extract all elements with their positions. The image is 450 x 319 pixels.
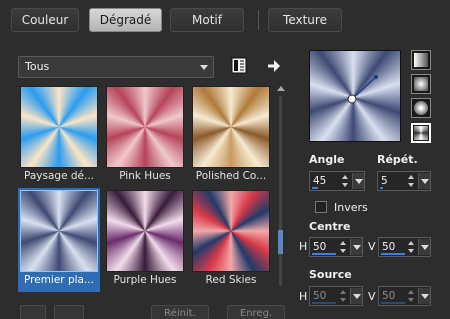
radial-gradient-icon	[414, 101, 428, 115]
repeat-dropdown-icon[interactable]	[418, 173, 430, 189]
angle-dropdown-icon[interactable]	[352, 173, 364, 189]
center-h-level-bar	[312, 253, 336, 255]
gallery-scrollbar[interactable]	[275, 84, 287, 294]
gradient-thumbnail	[192, 190, 270, 272]
source-v-value: 50	[382, 290, 396, 302]
source-v-dropdown-icon[interactable]	[418, 288, 430, 304]
linear-style-button[interactable]	[411, 50, 431, 70]
scroll-track[interactable]	[279, 96, 282, 286]
gradient-name: Purple Hues	[113, 274, 177, 286]
source-v-level-bar	[381, 302, 405, 304]
source-v-spin-icon[interactable]	[406, 288, 416, 304]
source-h-dropdown-icon[interactable]	[350, 288, 362, 304]
center-h-label: H	[299, 240, 308, 253]
scroll-thumb[interactable]	[278, 230, 283, 254]
sunburst-gradient-icon	[414, 126, 428, 140]
category-value: Tous	[25, 60, 50, 73]
gradient-item[interactable]: Red Skies	[190, 188, 272, 292]
angle-label: Angle	[309, 153, 345, 166]
chevron-down-icon	[200, 65, 208, 70]
source-h-label: H	[299, 290, 308, 303]
gradient-thumbnail	[192, 86, 270, 168]
angle-stepper[interactable]: 45	[309, 171, 365, 191]
gradient-preview[interactable]	[309, 50, 401, 142]
center-label: Centre	[309, 220, 351, 233]
center-v-level-bar	[381, 253, 405, 255]
gradient-item[interactable]: Polished Co...	[190, 84, 272, 188]
gradient-name: Paysage dé...	[23, 170, 94, 182]
source-v-stepper[interactable]: 50	[378, 286, 431, 306]
gradient-thumbnail	[106, 190, 184, 272]
center-v-spin-icon[interactable]	[406, 239, 416, 255]
center-v-value: 50	[382, 241, 396, 253]
gradient-item[interactable]: Paysage dé...	[18, 84, 100, 188]
center-v-label: V	[368, 240, 376, 253]
repeat-label: Répét.	[377, 153, 418, 166]
tab-bar: Couleur Dégradé Motif Texture	[0, 0, 450, 40]
center-h-value: 50	[313, 241, 327, 253]
radial-style-button[interactable]	[411, 98, 431, 118]
source-v-label: V	[368, 290, 376, 303]
center-v-stepper[interactable]: 50	[378, 237, 431, 257]
previous-button[interactable]	[20, 305, 46, 319]
repeat-spin-icon[interactable]	[406, 173, 416, 189]
category-dropdown[interactable]: Tous	[18, 56, 214, 78]
invert-label: Invers	[334, 201, 368, 214]
gradient-name: Red Skies	[205, 274, 257, 286]
center-h-stepper[interactable]: 50	[309, 237, 363, 257]
right-arrow-icon[interactable]	[265, 57, 283, 75]
repeat-value: 5	[381, 175, 388, 187]
source-h-value: 50	[313, 290, 327, 302]
tab-separator	[258, 10, 259, 30]
gradient-thumbnail	[20, 190, 98, 272]
center-h-spin-icon[interactable]	[338, 239, 348, 255]
source-label: Source	[309, 268, 352, 281]
tab-texture[interactable]: Texture	[268, 8, 342, 32]
tab-motif[interactable]: Motif	[170, 8, 244, 32]
angle-handle-icon[interactable]	[310, 51, 402, 143]
next-button[interactable]	[54, 305, 84, 319]
gradient-name: Premier pla...	[24, 274, 94, 286]
source-h-spin-icon[interactable]	[338, 288, 348, 304]
repeat-level-bar	[380, 187, 383, 189]
invert-checkbox[interactable]	[315, 201, 327, 213]
rectangular-style-button[interactable]	[411, 74, 431, 94]
gradient-item[interactable]: Premier pla...	[18, 188, 100, 292]
angle-value: 45	[313, 175, 327, 187]
angle-level-bar	[312, 187, 318, 189]
rectangular-gradient-icon	[414, 77, 428, 91]
tab-degrade[interactable]: Dégradé	[89, 8, 162, 32]
gradient-name: Pink Hues	[119, 170, 171, 182]
source-h-level-bar	[312, 302, 336, 304]
gradient-gallery: Paysage dé... Pink Hues Polished Co... P…	[18, 84, 274, 294]
center-v-dropdown-icon[interactable]	[418, 239, 430, 255]
gradient-thumbnail	[20, 86, 98, 168]
scroll-up-icon[interactable]	[277, 86, 285, 91]
gradient-item[interactable]: Pink Hues	[104, 84, 186, 188]
repeat-stepper[interactable]: 5	[377, 171, 431, 191]
tab-couleur[interactable]: Couleur	[11, 8, 79, 32]
library-icon[interactable]	[231, 57, 249, 75]
center-h-dropdown-icon[interactable]	[350, 239, 362, 255]
save-button[interactable]: Enreg.	[227, 305, 285, 319]
reset-button[interactable]: Réinit.	[151, 305, 209, 319]
gradient-item[interactable]: Purple Hues	[104, 188, 186, 292]
linear-gradient-icon	[414, 53, 428, 67]
gradient-thumbnail	[106, 86, 184, 168]
gradient-name: Polished Co...	[195, 170, 267, 182]
sunburst-style-button[interactable]	[411, 123, 431, 143]
angle-spin-icon[interactable]	[340, 173, 350, 189]
source-h-stepper[interactable]: 50	[309, 286, 363, 306]
